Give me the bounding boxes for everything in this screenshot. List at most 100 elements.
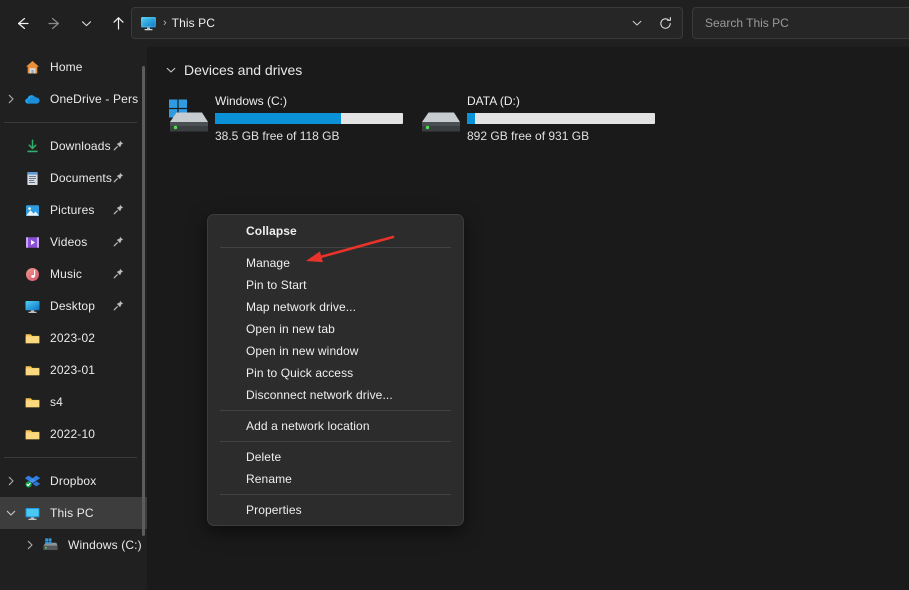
chevron-down-icon bbox=[5, 507, 17, 519]
pin-icon[interactable] bbox=[112, 139, 125, 157]
folder-icon bbox=[22, 360, 42, 380]
drive-item[interactable]: DATA (D:)892 GB free of 931 GB bbox=[415, 92, 667, 143]
group-title: Devices and drives bbox=[184, 62, 302, 78]
windows-drive-icon bbox=[40, 535, 60, 555]
sidebar-item-label: 2023-02 bbox=[50, 331, 95, 345]
forward-arrow-icon bbox=[46, 15, 63, 32]
navigation-buttons bbox=[0, 8, 134, 40]
back-button[interactable] bbox=[6, 8, 38, 40]
chevron-down-icon[interactable] bbox=[0, 497, 22, 529]
search-input[interactable] bbox=[705, 16, 885, 30]
search-box[interactable] bbox=[692, 7, 909, 39]
drive-capacity-text: 892 GB free of 931 GB bbox=[467, 129, 655, 143]
breadcrumb[interactable]: This PC bbox=[172, 16, 215, 30]
pin-icon[interactable] bbox=[112, 267, 125, 285]
sidebar-item-windows-c[interactable]: Windows (C:) bbox=[0, 529, 147, 561]
chevron-right-icon[interactable] bbox=[0, 465, 22, 497]
folder-icon bbox=[22, 424, 42, 444]
context-menu-item-open-in-new-window[interactable]: Open in new window bbox=[208, 340, 463, 362]
sidebar-item-label: Dropbox bbox=[50, 474, 96, 488]
context-menu-item-pin-to-quick-access[interactable]: Pin to Quick access bbox=[208, 362, 463, 384]
address-bar-actions bbox=[624, 8, 682, 38]
sidebar-item-dropbox[interactable]: Dropbox bbox=[0, 465, 147, 497]
sidebar-chevron-placeholder bbox=[0, 354, 22, 386]
context-menu-item-open-in-new-tab[interactable]: Open in new tab bbox=[208, 318, 463, 340]
sidebar-chevron-placeholder bbox=[0, 162, 22, 194]
context-menu[interactable]: Collapse ManagePin to StartMap network dr… bbox=[207, 214, 464, 526]
chevron-right-icon bbox=[5, 93, 17, 105]
sidebar-item-s4[interactable]: s4 bbox=[0, 386, 147, 418]
chevron-right-icon[interactable] bbox=[0, 529, 40, 561]
folder-icon bbox=[22, 328, 42, 348]
sidebar-scrollbar-thumb[interactable] bbox=[142, 66, 145, 536]
folder-icon bbox=[24, 426, 41, 443]
sidebar-item-desktop[interactable]: Desktop bbox=[0, 290, 147, 322]
sidebar-chevron-placeholder bbox=[0, 418, 22, 450]
context-menu-item-add-a-network-location[interactable]: Add a network location bbox=[208, 415, 463, 437]
folder-icon bbox=[24, 394, 41, 411]
sidebar-item-label: Desktop bbox=[50, 299, 95, 313]
pin-icon[interactable] bbox=[112, 203, 125, 221]
context-menu-item-collapse[interactable]: Collapse bbox=[208, 218, 463, 243]
pin-icon[interactable] bbox=[112, 299, 125, 317]
sidebar-item-home[interactable]: Home bbox=[0, 51, 147, 83]
address-chevron-down-icon[interactable] bbox=[624, 8, 650, 38]
navigation-pane[interactable]: Home OneDrive - Pers Downloads Documents Pic… bbox=[0, 47, 147, 590]
drive-info: Windows (C:)38.5 GB free of 118 GB bbox=[215, 92, 403, 143]
hard-drive-icon bbox=[415, 92, 467, 143]
context-menu-item-pin-to-start[interactable]: Pin to Start bbox=[208, 274, 463, 296]
sidebar-list: Home OneDrive - Pers Downloads Documents Pic… bbox=[0, 51, 147, 561]
pin-icon bbox=[112, 267, 125, 280]
context-menu-item-disconnect-network-drive[interactable]: Disconnect network drive... bbox=[208, 384, 463, 406]
windows-hard-drive-icon bbox=[167, 98, 211, 136]
sidebar-item-2023-02[interactable]: 2023-02 bbox=[0, 322, 147, 354]
pin-icon bbox=[112, 139, 125, 152]
pin-icon[interactable] bbox=[112, 235, 125, 253]
sidebar-item-this-pc[interactable]: This PC bbox=[0, 497, 147, 529]
up-arrow-icon bbox=[110, 15, 127, 32]
sidebar-item-videos[interactable]: Videos bbox=[0, 226, 147, 258]
downloads-icon bbox=[22, 136, 42, 156]
drive-capacity-fill bbox=[467, 113, 475, 124]
chevron-down-icon[interactable] bbox=[163, 64, 179, 76]
sidebar-item-label: Downloads bbox=[50, 139, 111, 153]
sidebar-item-2023-01[interactable]: 2023-01 bbox=[0, 354, 147, 386]
sidebar-item-label: This PC bbox=[50, 506, 94, 520]
videos-icon bbox=[24, 234, 41, 251]
sidebar-item-label: Videos bbox=[50, 235, 87, 249]
context-menu-item-map-network-drive[interactable]: Map network drive... bbox=[208, 296, 463, 318]
onedrive-cloud-icon bbox=[22, 89, 42, 109]
drives-list: Windows (C:)38.5 GB free of 118 GBDATA (… bbox=[147, 78, 909, 143]
context-menu-item-properties[interactable]: Properties bbox=[208, 499, 463, 521]
drive-capacity-bar bbox=[215, 113, 403, 124]
refresh-icon[interactable] bbox=[650, 8, 680, 38]
pin-icon[interactable] bbox=[112, 171, 125, 189]
documents-icon bbox=[24, 170, 41, 187]
recent-locations-button[interactable] bbox=[70, 8, 102, 40]
devices-and-drives-group-header[interactable]: Devices and drives bbox=[147, 47, 909, 78]
sidebar-item-label: s4 bbox=[50, 395, 63, 409]
sidebar-item-pictures[interactable]: Pictures bbox=[0, 194, 147, 226]
chevron-right-icon[interactable] bbox=[0, 83, 22, 115]
sidebar-item-music[interactable]: Music bbox=[0, 258, 147, 290]
sidebar-item-documents[interactable]: Documents bbox=[0, 162, 147, 194]
this-pc-monitor-icon bbox=[22, 503, 42, 523]
context-menu-item-rename[interactable]: Rename bbox=[208, 468, 463, 490]
this-pc-monitor-icon bbox=[24, 505, 41, 522]
context-menu-item-manage[interactable]: Manage bbox=[208, 252, 463, 274]
sidebar-item-downloads[interactable]: Downloads bbox=[0, 130, 147, 162]
up-button[interactable] bbox=[102, 8, 134, 40]
forward-button[interactable] bbox=[38, 8, 70, 40]
drive-item[interactable]: Windows (C:)38.5 GB free of 118 GB bbox=[163, 92, 415, 143]
drive-capacity-bar bbox=[467, 113, 655, 124]
context-menu-item-delete[interactable]: Delete bbox=[208, 446, 463, 468]
sidebar-separator bbox=[4, 457, 137, 458]
home-icon bbox=[24, 59, 41, 76]
sidebar-item-2022-10[interactable]: 2022-10 bbox=[0, 418, 147, 450]
this-pc-monitor-icon bbox=[140, 15, 157, 32]
sidebar-item-label: Pictures bbox=[50, 203, 95, 217]
address-bar[interactable]: › This PC bbox=[131, 7, 683, 39]
sidebar-item-onedrive-pers[interactable]: OneDrive - Pers bbox=[0, 83, 147, 115]
sidebar-item-label: OneDrive - Pers bbox=[50, 92, 138, 106]
drive-capacity-text: 38.5 GB free of 118 GB bbox=[215, 129, 403, 143]
